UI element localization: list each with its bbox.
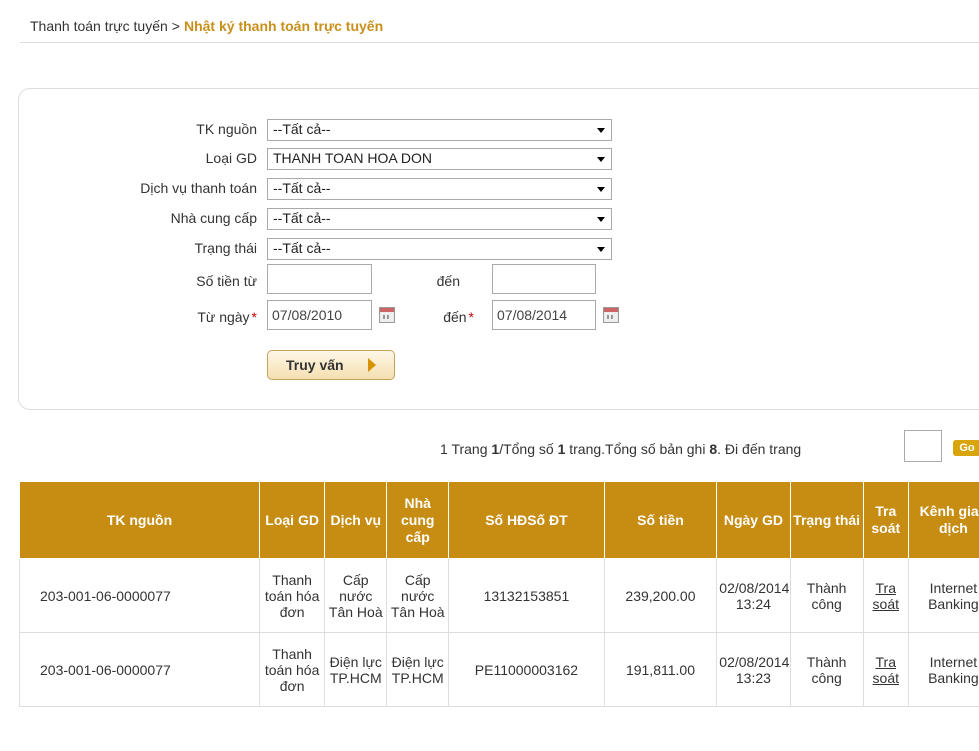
col-header-dich-vu: Dịch vụ (324, 481, 388, 559)
trang-thai-select[interactable]: --Tất cả-- (267, 238, 612, 260)
chevron-down-icon (597, 217, 605, 222)
tk-nguon-value: --Tất cả-- (273, 121, 331, 137)
cell-so-tien: 239,200.00 (603, 558, 718, 633)
breadcrumb-current: Nhật ký thanh toán trực tuyến (183, 18, 384, 34)
cell-so-hd: 13132153851 (448, 558, 605, 633)
cell-kenh: Internet Banking (907, 632, 979, 707)
cell-dich-vu: Điện lực TP.HCM (324, 632, 388, 707)
calendar-icon[interactable] (603, 307, 619, 323)
tu-ngay-label: Từ ngày * (87, 309, 257, 325)
dich-vu-value: --Tất cả-- (273, 180, 331, 196)
tu-ngay-label-text: Từ ngày (197, 309, 250, 325)
tra-soat-link[interactable]: Tra soát (873, 654, 899, 686)
cell-so-tien: 191,811.00 (603, 632, 718, 707)
dich-vu-label: Dịch vụ thanh toán (140, 180, 257, 196)
pager-page-label: Trang (451, 441, 488, 457)
transaction-table: TK nguồn Loại GD Dịch vụ Nhà cung cấp Số… (19, 481, 979, 707)
header-divider (20, 42, 979, 43)
cell-loai-gd: Thanh toán hóa đơn (258, 632, 326, 707)
cell-nha-cung-cap: Cấp nước Tân Hoà (386, 558, 450, 633)
pager-goto-label: . Đi đến trang (717, 441, 802, 457)
pagination-info: 1 Trang 1/Tổng số 1 trang.Tổng số bản gh… (440, 441, 801, 457)
pager-total-label: /Tổng số (499, 441, 554, 457)
so-tien-tu-label: Số tiền từ (196, 273, 257, 289)
cell-trang-thai: Thành công (789, 558, 864, 633)
query-button-label: Truy vấn (286, 357, 344, 373)
cell-ngay-gd: 02/08/2014 13:24 (716, 558, 791, 633)
den-ngay-label: đến * (304, 309, 474, 325)
chevron-down-icon (597, 157, 605, 162)
query-button[interactable]: Truy vấn (267, 350, 395, 380)
col-header-ngay-gd: Ngày GD (716, 481, 791, 559)
col-header-tra-soat: Tra soát (862, 481, 909, 559)
cell-kenh: Internet Banking (907, 558, 979, 633)
cell-tra-soat: Tra soát (862, 632, 909, 707)
pager-total-pages: 1 (557, 441, 566, 457)
tk-nguon-label: TK nguồn (196, 121, 257, 137)
so-tien-den-label: đến (436, 273, 460, 289)
cell-tra-soat: Tra soát (862, 558, 909, 633)
den-ngay-label-text: đến (443, 309, 467, 325)
col-header-so-tien: Số tiền (603, 481, 718, 559)
required-mark: * (251, 309, 257, 325)
nha-cung-cap-value: --Tất cả-- (273, 210, 331, 226)
breadcrumb-separator: > (171, 18, 180, 34)
table-header-row: TK nguồn Loại GD Dịch vụ Nhà cung cấp Số… (19, 481, 979, 559)
loai-gd-select[interactable]: THANH TOAN HOA DON (267, 148, 612, 170)
cell-dich-vu: Cấp nước Tân Hoà (324, 558, 388, 633)
breadcrumb: Thanh toán trực tuyến > Nhật ký thanh toán… (30, 18, 383, 34)
cell-trang-thai: Thành công (789, 632, 864, 707)
pager-records-label: trang.Tổng số bản ghi (569, 441, 706, 457)
breadcrumb-parent-link[interactable]: Thanh toán trực tuyến (30, 18, 168, 34)
cell-loai-gd: Thanh toán hóa đơn (258, 558, 326, 633)
chevron-down-icon (597, 128, 605, 133)
loai-gd-value: THANH TOAN HOA DON (273, 150, 432, 166)
table-row: 203-001-06-0000077 Thanh toán hóa đơn Cấ… (19, 558, 979, 633)
trang-thai-label: Trạng thái (194, 240, 257, 256)
col-header-trang-thai: Trạng thái (789, 481, 864, 559)
chevron-down-icon (597, 187, 605, 192)
go-button[interactable]: Go (953, 440, 979, 456)
cell-so-hd: PE11000003162 (448, 632, 605, 707)
cell-tk-nguon: 203-001-06-0000077 (19, 558, 260, 633)
col-header-kenh: Kênh giao dịch (907, 481, 979, 559)
den-ngay-input[interactable]: 07/08/2014 (492, 300, 596, 330)
tra-soat-link[interactable]: Tra soát (873, 580, 899, 612)
arrow-right-icon (368, 358, 376, 372)
dich-vu-select[interactable]: --Tất cả-- (267, 178, 612, 200)
pager-records: 8 (709, 441, 718, 457)
nha-cung-cap-label: Nhà cung cấp (170, 210, 257, 226)
tk-nguon-select[interactable]: --Tất cả-- (267, 119, 612, 141)
so-tien-den-input[interactable] (492, 264, 596, 294)
chevron-down-icon (597, 247, 605, 252)
col-header-so-hd: Số HĐSố ĐT (448, 481, 605, 559)
required-mark: * (468, 309, 474, 325)
cell-nha-cung-cap: Điện lực TP.HCM (386, 632, 450, 707)
col-header-loai-gd: Loại GD (258, 481, 326, 559)
loai-gd-label: Loại GD (205, 150, 257, 166)
cell-ngay-gd: 02/08/2014 13:23 (716, 632, 791, 707)
table-row: 203-001-06-0000077 Thanh toán hóa đơn Đi… (19, 632, 979, 707)
col-header-tk-nguon: TK nguồn (19, 481, 260, 559)
nha-cung-cap-select[interactable]: --Tất cả-- (267, 208, 612, 230)
trang-thai-value: --Tất cả-- (273, 240, 331, 256)
col-header-nha-cung-cap: Nhà cung cấp (386, 481, 450, 559)
pager-page: 1 (440, 441, 448, 457)
cell-tk-nguon: 203-001-06-0000077 (19, 632, 260, 707)
goto-page-input[interactable] (904, 430, 942, 462)
